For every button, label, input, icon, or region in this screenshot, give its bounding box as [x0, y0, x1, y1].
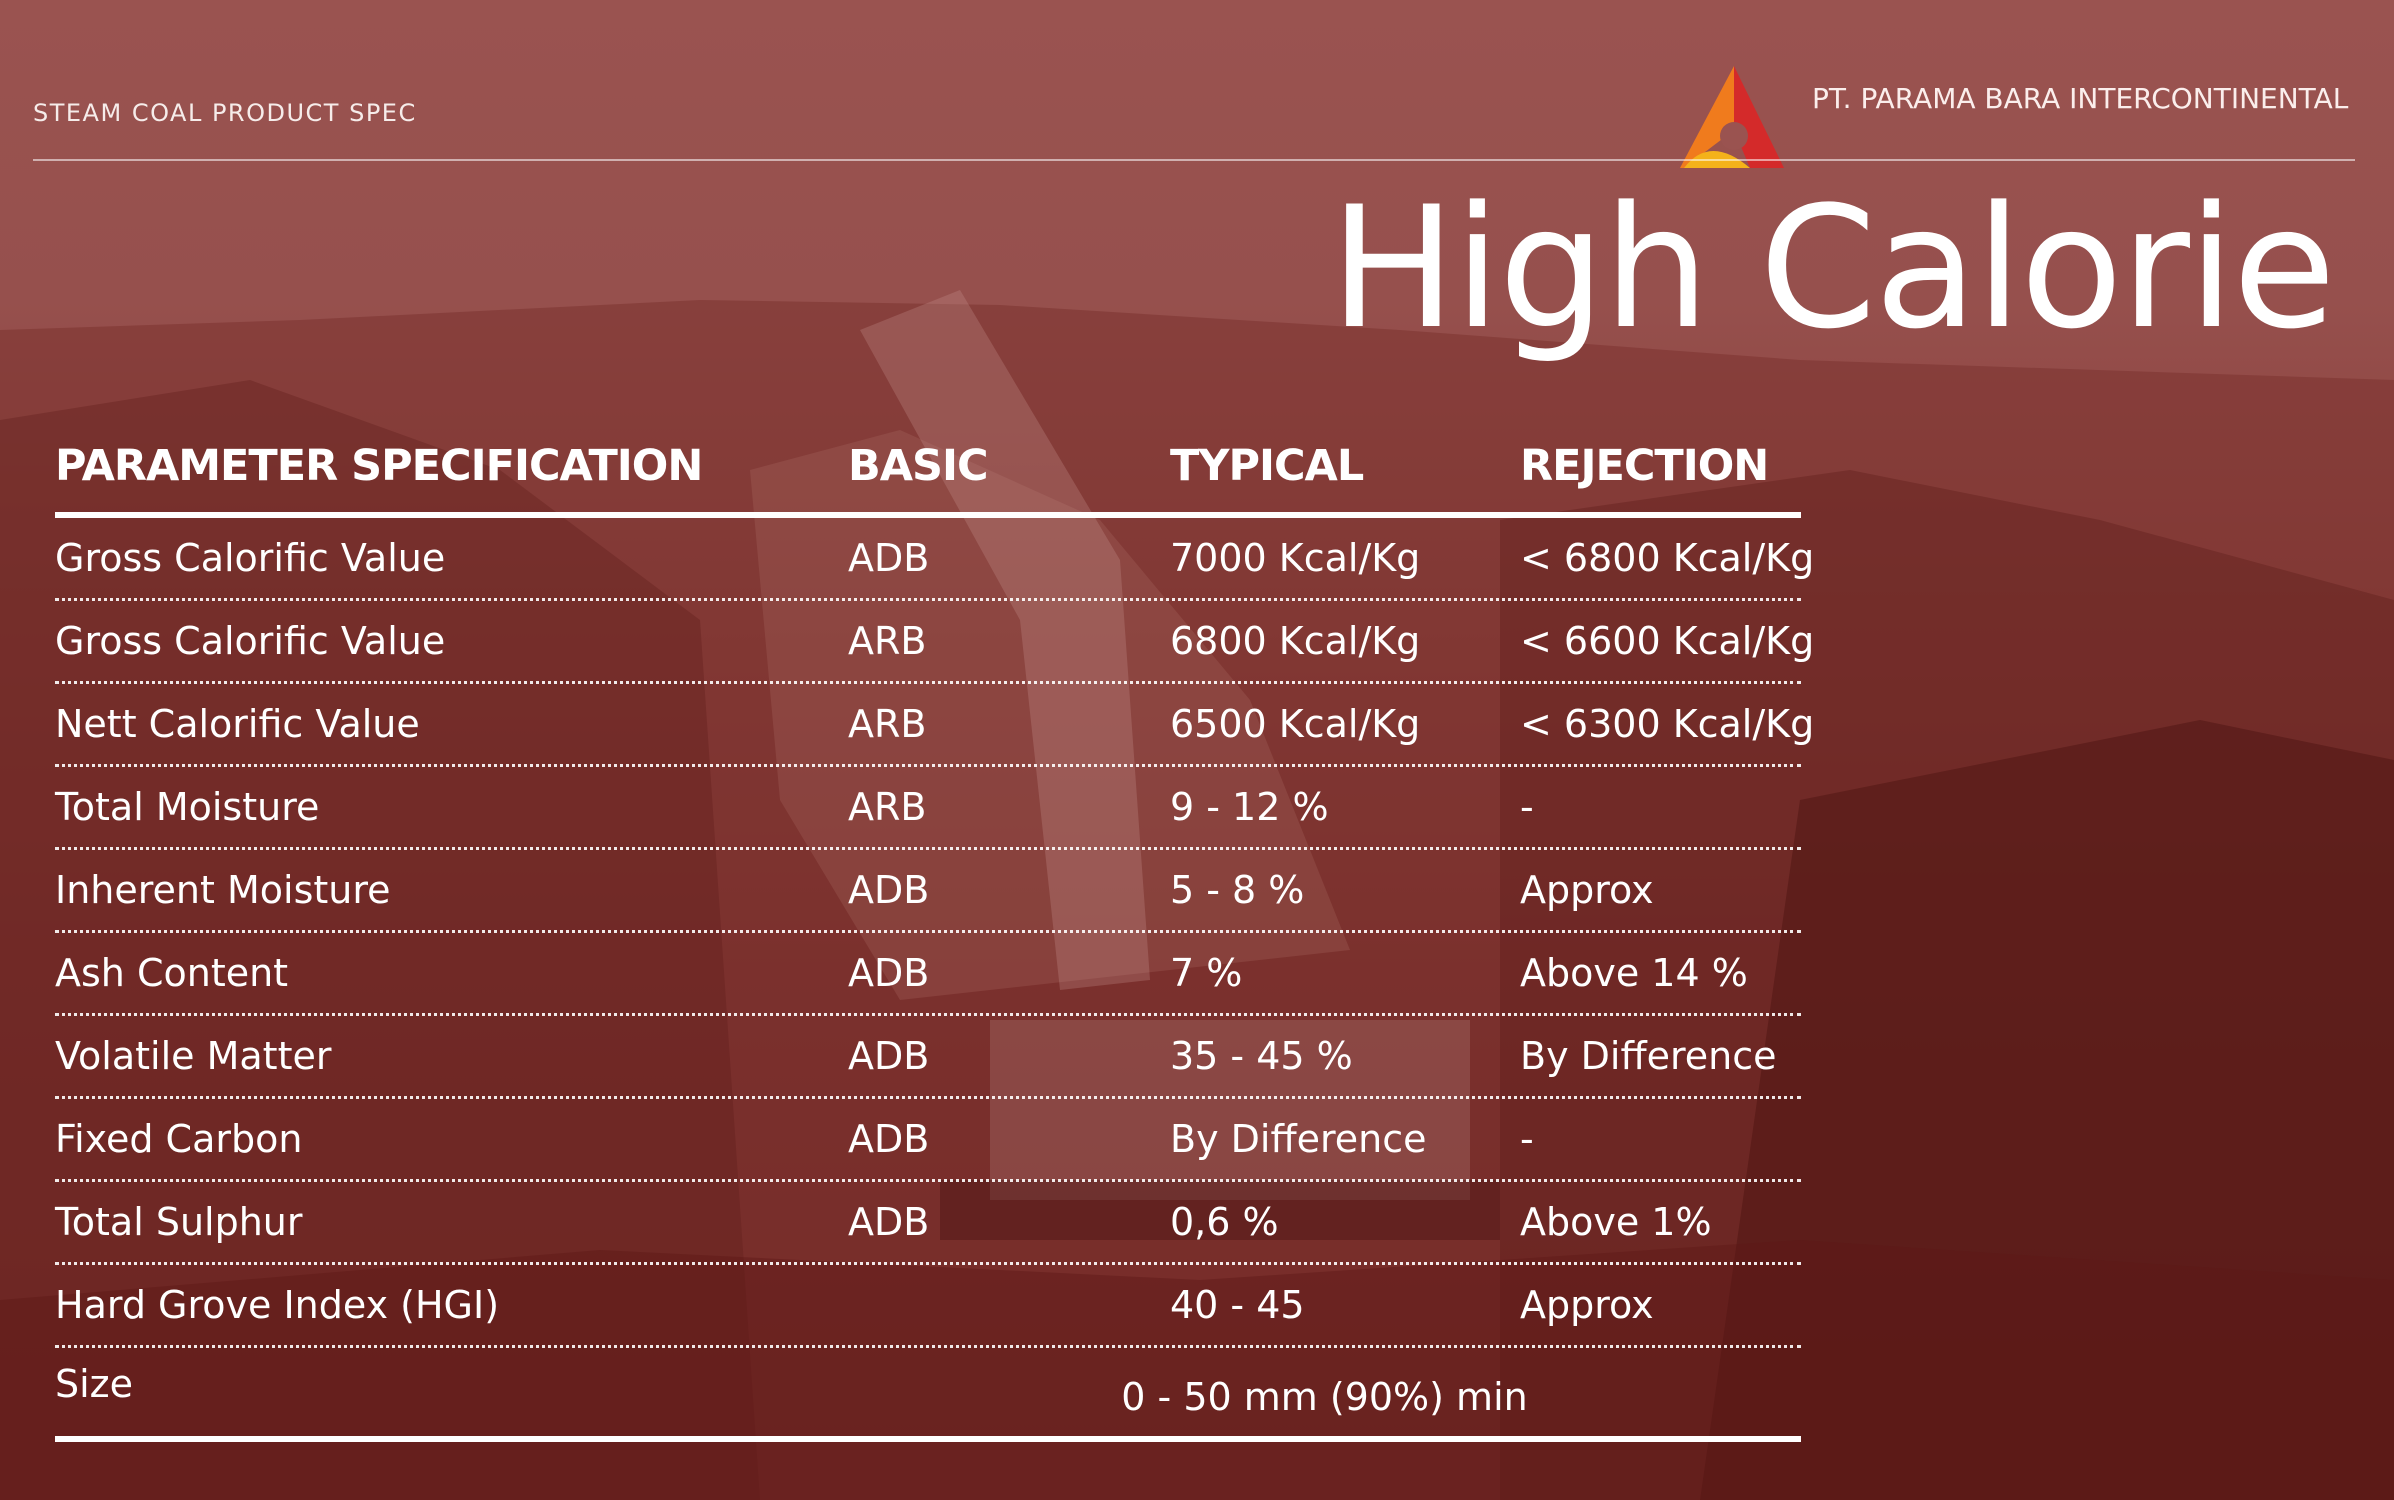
basic-cell: ADB — [848, 1200, 930, 1244]
rejection-cell: Above 14 % — [1520, 951, 1748, 995]
table-row: Gross Calorific Value ARB 6800 Kcal/Kg <… — [55, 601, 1815, 684]
table-row: Nett Calorific Value ARB 6500 Kcal/Kg < … — [55, 684, 1815, 767]
rejection-cell: < 6600 Kcal/Kg — [1520, 619, 1815, 663]
size-value-cell: 0 - 50 mm (90%) min — [1121, 1375, 1528, 1419]
table-row: Inherent Moisture ADB 5 - 8 % Approx — [55, 850, 1801, 933]
page-title: High Calorie — [1329, 170, 2336, 366]
typical-cell: 9 - 12 % — [1170, 785, 1329, 829]
basic-cell: ADB — [848, 1117, 930, 1161]
header-divider — [33, 159, 2355, 161]
table-row: Fixed Carbon ADB By Difference - — [55, 1099, 1801, 1182]
typical-cell: 6500 Kcal/Kg — [1170, 702, 1421, 746]
typical-cell: 5 - 8 % — [1170, 868, 1305, 912]
table-row: Hard Grove Index (HGI) 40 - 45 Approx — [55, 1265, 1801, 1348]
parameter-cell: Nett Calorific Value — [55, 702, 420, 746]
parameter-cell: Volatile Matter — [55, 1034, 332, 1078]
table-header: PARAMETER SPECIFICATION BASIC TYPICAL RE… — [55, 420, 1801, 518]
basic-cell: ADB — [848, 536, 930, 580]
typical-cell: 35 - 45 % — [1170, 1034, 1353, 1078]
rejection-cell: Approx — [1520, 868, 1654, 912]
company-name: PT. PARAMA BARA INTERCONTINENTAL — [1812, 81, 2349, 115]
basic-cell: ARB — [848, 619, 927, 663]
table-row: Ash Content ADB 7 % Above 14 % — [55, 933, 1801, 1016]
basic-cell: ADB — [848, 1034, 930, 1078]
triangle-logo-icon — [1680, 66, 1784, 168]
rejection-cell: By Difference — [1520, 1034, 1777, 1078]
rejection-cell: < 6800 Kcal/Kg — [1520, 536, 1815, 580]
typical-cell: 0,6 % — [1170, 1200, 1279, 1244]
basic-cell: ARB — [848, 785, 927, 829]
column-header-typical: TYPICAL — [1170, 441, 1364, 491]
basic-cell: ARB — [848, 702, 927, 746]
rejection-cell: - — [1520, 1117, 1534, 1161]
parameter-cell: Gross Calorific Value — [55, 536, 446, 580]
table-row: Total Sulphur ADB 0,6 % Above 1% — [55, 1182, 1801, 1265]
parameter-cell: Fixed Carbon — [55, 1117, 303, 1161]
product-spec-label: STEAM COAL PRODUCT SPEC — [33, 99, 417, 127]
basic-cell: ADB — [848, 951, 930, 995]
table-row: Total Moisture ARB 9 - 12 % - — [55, 767, 1801, 850]
column-header-parameter: PARAMETER SPECIFICATION — [55, 441, 703, 491]
typical-cell: By Difference — [1170, 1117, 1427, 1161]
parameter-cell: Size — [55, 1362, 134, 1406]
basic-cell: ADB — [848, 868, 930, 912]
parameter-cell: Total Sulphur — [55, 1200, 303, 1244]
parameter-cell: Total Moisture — [55, 785, 320, 829]
column-header-rejection: REJECTION — [1520, 441, 1769, 491]
parameter-cell: Hard Grove Index (HGI) — [55, 1283, 500, 1327]
parameter-cell: Ash Content — [55, 951, 289, 995]
typical-cell: 7 % — [1170, 951, 1243, 995]
rejection-cell: Above 1% — [1520, 1200, 1712, 1244]
spec-sheet-page: STEAM COAL PRODUCT SPEC PT. PARAMA BARA … — [0, 0, 2394, 1500]
parameter-cell: Gross Calorific Value — [55, 619, 446, 663]
table-row: Gross Calorific Value ADB 7000 Kcal/Kg <… — [55, 518, 1815, 601]
rejection-cell: < 6300 Kcal/Kg — [1520, 702, 1815, 746]
rejection-cell: Approx — [1520, 1283, 1654, 1327]
parameter-cell: Inherent Moisture — [55, 868, 391, 912]
column-header-basic: BASIC — [848, 441, 989, 491]
typical-cell: 40 - 45 — [1170, 1283, 1305, 1327]
spec-table: PARAMETER SPECIFICATION BASIC TYPICAL RE… — [55, 420, 1815, 1442]
typical-cell: 7000 Kcal/Kg — [1170, 536, 1421, 580]
table-row-size: Size 0 - 50 mm (90%) min — [55, 1348, 1801, 1442]
company-brand: PT. PARAMA BARA INTERCONTINENTAL — [1680, 64, 2348, 172]
table-row: Volatile Matter ADB 35 - 45 % By Differe… — [55, 1016, 1801, 1099]
typical-cell: 6800 Kcal/Kg — [1170, 619, 1421, 663]
rejection-cell: - — [1520, 785, 1534, 829]
